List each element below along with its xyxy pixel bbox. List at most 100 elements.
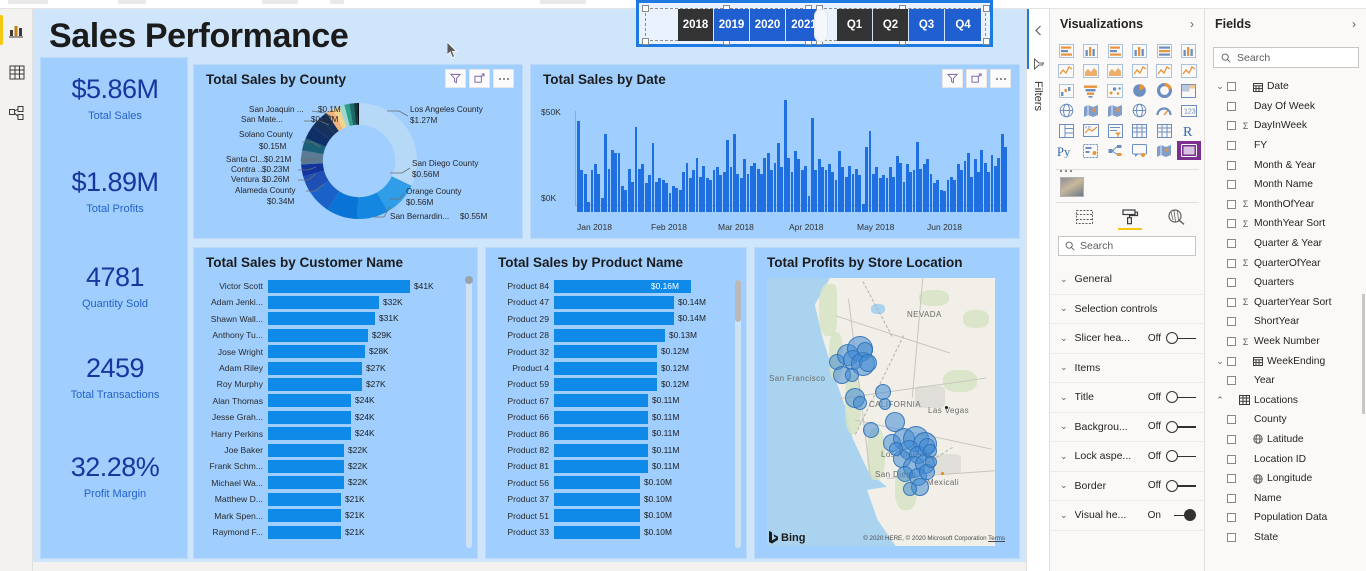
date-bar[interactable] [984,163,987,213]
date-bar[interactable] [848,166,851,212]
date-bar[interactable] [753,163,756,213]
chevron-left-icon[interactable] [1034,23,1043,41]
field-item-month-year[interactable]: Month & Year [1205,155,1366,175]
format-row-title[interactable]: ⌄TitleOff [1050,383,1205,413]
bar-row[interactable]: Product 29$0.14M [486,311,746,327]
donut-chart[interactable]: San Joaquin ... $0.1M San Mate... $0.12M… [194,87,524,237]
date-bar[interactable] [682,172,685,212]
date-bar[interactable] [794,151,797,212]
filters-pane-collapsed[interactable]: Filters [1026,9,1050,571]
date-bar[interactable] [845,177,848,212]
date-bar[interactable] [587,202,590,212]
date-bar[interactable] [987,172,990,212]
bar-row[interactable]: Frank Schm...$22K [194,458,477,474]
date-bar[interactable] [936,180,939,212]
date-bar[interactable] [614,153,617,212]
date-bar[interactable] [591,170,594,212]
bar-row[interactable]: Product 86$0.11M [486,426,746,442]
date-bar[interactable] [635,127,638,212]
field-checkbox[interactable] [1227,474,1236,483]
date-bar[interactable] [831,172,834,212]
bar-fill[interactable] [268,296,379,309]
date-bar[interactable] [933,183,936,212]
clustered-column-chart-icon[interactable] [1128,41,1153,60]
date-bar[interactable] [662,180,665,212]
bar-fill[interactable] [554,444,648,457]
date-bar[interactable] [909,172,912,212]
date-bar[interactable] [777,143,780,212]
field-item-latitude[interactable]: Latitude [1205,430,1366,450]
date-bar[interactable] [808,196,811,212]
field-item-locations[interactable]: ⌃Locations [1205,391,1366,411]
date-bar[interactable] [869,131,872,212]
date-bar[interactable] [679,190,682,212]
field-checkbox[interactable] [1227,435,1236,444]
bar-row[interactable]: Product 67$0.11M [486,393,746,409]
area-chart-icon[interactable] [1079,61,1104,80]
bar-fill[interactable] [268,509,341,522]
date-bar[interactable] [686,163,689,213]
bar-row[interactable]: Product 66$0.11M [486,409,746,425]
toggle-switch[interactable] [1166,450,1196,462]
bar-row[interactable]: Jose Wright$28K [194,344,477,360]
field-checkbox[interactable] [1227,376,1236,385]
bar-fill[interactable] [554,378,657,391]
date-bar[interactable] [696,158,699,212]
date-bar[interactable] [974,159,977,212]
bar-row[interactable]: Product 51$0.10M [486,508,746,524]
bar-fill[interactable] [554,526,640,539]
date-bar[interactable] [675,188,678,212]
chevron-down-icon[interactable]: ⌄ [1060,421,1068,432]
date-bar[interactable] [913,170,916,212]
date-bar[interactable] [953,180,956,212]
bar-fill[interactable] [268,444,344,457]
toggle-switch[interactable] [1166,421,1196,433]
scatter-chart-icon[interactable] [1103,81,1128,100]
field-item-year[interactable]: Year [1205,371,1366,391]
field-checkbox[interactable] [1227,121,1236,130]
chevron-down-icon[interactable]: ⌄ [1060,303,1068,314]
bar-fill[interactable] [554,460,648,473]
bar-row[interactable]: Jesse Grah...$24K [194,409,477,425]
date-bar[interactable] [716,167,719,212]
bar-fill[interactable] [268,378,362,391]
bar-fill[interactable] [554,329,665,342]
chevron-up-icon[interactable]: ⌃ [1213,395,1227,406]
field-item-fy[interactable]: FY [1205,136,1366,156]
toggle-switch[interactable] [1166,509,1196,521]
py-visual-icon[interactable]: Py [1054,141,1079,160]
bar-row[interactable]: Product 32$0.12M [486,344,746,360]
date-bar[interactable] [638,169,641,212]
date-bar[interactable] [658,178,661,212]
format-row-border[interactable]: ⌄BorderOff [1050,472,1205,502]
field-checkbox[interactable] [1227,219,1236,228]
chevron-down-icon[interactable]: ⌄ [1213,356,1227,367]
bar-row[interactable]: Roy Murphy$27K [194,376,477,392]
bar-fill[interactable] [268,411,351,424]
date-bar[interactable] [923,164,926,212]
bar-row[interactable]: Anthony Tu...$29K [194,327,477,343]
format-options-list[interactable]: ⌄General⌄Selection controls⌄Slicer hea..… [1050,265,1205,531]
decomposition-tree-icon[interactable] [1103,141,1128,160]
filter-icon[interactable] [1033,57,1045,75]
fields-list[interactable]: ⌄DateDay Of WeekΣDayInWeekFYMonth & Year… [1205,77,1366,547]
date-bar[interactable] [597,174,600,212]
slicer-icon[interactable] [1103,121,1128,140]
rail-item-report-view[interactable] [0,9,33,51]
date-bar[interactable] [648,175,651,212]
date-bar[interactable] [906,164,909,212]
date-bar[interactable] [967,153,970,212]
bar-fill[interactable] [268,427,351,440]
bar-row[interactable]: Product 81$0.11M [486,458,746,474]
field-checkbox[interactable] [1227,415,1236,424]
card-icon[interactable]: 123 [1177,101,1202,120]
chevron-down-icon[interactable]: ⌄ [1060,274,1068,285]
date-bar[interactable] [770,170,773,212]
date-bar[interactable] [879,178,882,212]
fields-scrollbar[interactable] [1362,294,1365,414]
100-stacked-bar-chart-icon[interactable] [1152,41,1177,60]
date-bar[interactable] [801,170,804,212]
date-bar[interactable] [621,186,624,212]
quarter-chip-q2[interactable]: Q2 [873,9,909,41]
date-bar[interactable] [892,177,895,212]
